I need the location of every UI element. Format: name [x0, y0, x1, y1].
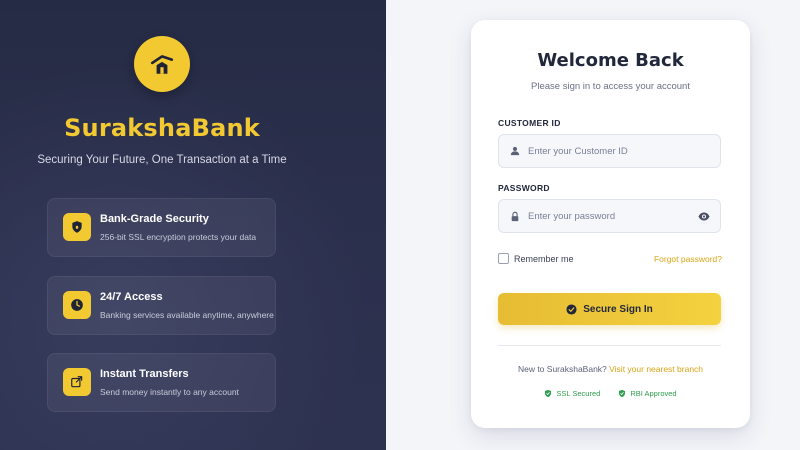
feature-title: 24/7 Access — [100, 291, 163, 303]
user-icon — [508, 146, 522, 156]
transfer-icon — [71, 376, 83, 388]
remember-checkbox[interactable] — [498, 253, 509, 264]
brand-tagline: Securing Your Future, One Transaction at… — [37, 154, 287, 166]
page-title: Welcome Back — [537, 50, 684, 71]
shield-check-icon — [545, 389, 552, 398]
password-field-wrapper — [498, 199, 721, 233]
clock-icon — [71, 299, 83, 311]
sign-in-label: Secure Sign In — [583, 303, 653, 315]
remember-label: Remember me — [514, 253, 574, 264]
feature-title: Instant Transfers — [100, 368, 189, 380]
feature-card-access: 24/7 Access Banking services available a… — [47, 276, 276, 335]
shield-check-icon — [619, 389, 626, 398]
badge-label: SSL Secured — [556, 389, 601, 398]
badge-label: RBI Approved — [630, 389, 677, 398]
feature-card-transfers: Instant Transfers Send money instantly t… — [47, 353, 276, 412]
password-input[interactable] — [528, 210, 698, 222]
feature-card-security: Bank-Grade Security 256-bit SSL encrypti… — [47, 198, 276, 257]
new-to-text: New to SurakshaBank? — [517, 364, 607, 374]
brand-name: SurakshaBank — [64, 114, 260, 142]
shield-icon — [72, 221, 82, 233]
divider — [498, 345, 721, 346]
eye-icon[interactable] — [698, 212, 710, 221]
feature-description: Send money instantly to any account — [100, 387, 239, 397]
new-customer-text: New to SurakshaBank? Visit your nearest … — [471, 364, 750, 374]
logo — [134, 36, 190, 92]
feature-icon-box — [63, 291, 91, 319]
password-label: PASSWORD — [498, 183, 550, 193]
customer-id-input[interactable] — [528, 145, 720, 157]
feature-title: Bank-Grade Security — [100, 213, 209, 225]
feature-description: 256-bit SSL encryption protects your dat… — [100, 232, 257, 242]
customer-id-label: CUSTOMER ID — [498, 118, 561, 128]
page-subtitle: Please sign in to access your account — [531, 81, 690, 92]
remember-me[interactable]: Remember me — [498, 253, 574, 264]
check-circle-icon — [566, 303, 577, 315]
login-card: Welcome Back Please sign in to access yo… — [471, 20, 750, 428]
house-icon — [150, 55, 174, 74]
secure-sign-in-button[interactable]: Secure Sign In — [498, 293, 721, 325]
brand-panel: SurakshaBank Securing Your Future, One T… — [0, 0, 386, 450]
lock-icon — [508, 211, 522, 222]
visit-branch-link[interactable]: Visit your nearest branch — [609, 364, 703, 374]
feature-icon-box — [63, 213, 91, 241]
security-badges: SSL Secured RBI Approved — [471, 389, 750, 398]
feature-icon-box — [63, 368, 91, 396]
rbi-badge: RBI Approved — [618, 389, 677, 398]
feature-description: Banking services available anytime, anyw… — [100, 310, 274, 320]
forgot-password-link[interactable]: Forgot password? — [654, 254, 722, 264]
customer-id-field-wrapper — [498, 134, 721, 168]
ssl-badge: SSL Secured — [544, 389, 600, 398]
